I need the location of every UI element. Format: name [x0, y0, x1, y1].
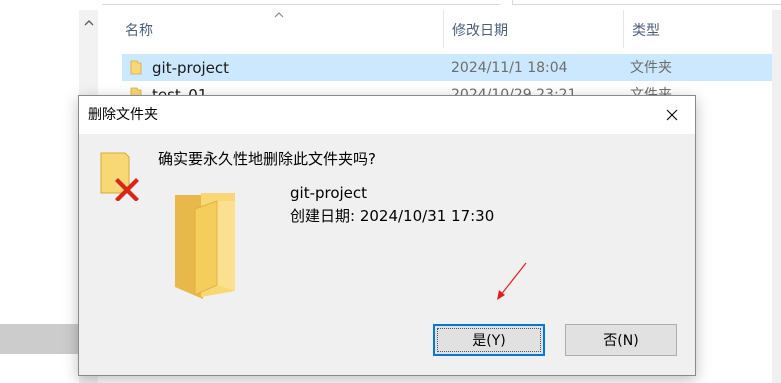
column-type-label: 类型 — [632, 23, 660, 39]
column-date-label: 修改日期 — [452, 23, 508, 39]
scroll-up-icon[interactable] — [79, 12, 98, 34]
dialog-title: 删除文件夹 — [88, 107, 158, 123]
item-name: git-project — [290, 184, 368, 202]
navigation-selected-item[interactable] — [0, 324, 79, 354]
file-type: 文件夹 — [630, 60, 672, 76]
folder-icon — [175, 193, 235, 299]
file-date: 2024/11/1 18:04 — [451, 60, 568, 76]
yes-button-label: 是(Y) — [472, 333, 506, 349]
column-name-label: 名称 — [125, 23, 153, 39]
no-button[interactable]: 否(N) — [565, 324, 677, 356]
close-button[interactable] — [649, 96, 695, 134]
file-list-scrollbar[interactable] — [772, 10, 781, 383]
folder-icon — [130, 60, 142, 75]
delete-folder-warning-icon — [100, 152, 139, 201]
toolbar-strip — [102, 0, 781, 5]
close-icon — [666, 109, 678, 121]
column-header-date[interactable]: 修改日期 — [444, 10, 624, 48]
confirm-question: 确实要永久性地删除此文件夹吗? — [158, 150, 376, 168]
column-header-bar: 名称 修改日期 类型 — [102, 10, 781, 48]
delete-folder-dialog: 删除文件夹 确实要永久性地删除此文件夹吗? git-project 创建日期: … — [78, 95, 696, 376]
yes-button[interactable]: 是(Y) — [433, 324, 545, 356]
file-row[interactable]: git-project 2024/11/1 18:04 文件夹 — [122, 54, 778, 81]
dialog-titlebar[interactable]: 删除文件夹 — [79, 96, 695, 134]
file-name: git-project — [152, 59, 230, 77]
column-header-type[interactable]: 类型 — [624, 10, 774, 48]
item-created-date: 创建日期: 2024/10/31 17:30 — [290, 207, 495, 225]
no-button-label: 否(N) — [603, 333, 639, 349]
sort-ascending-icon — [274, 12, 284, 18]
